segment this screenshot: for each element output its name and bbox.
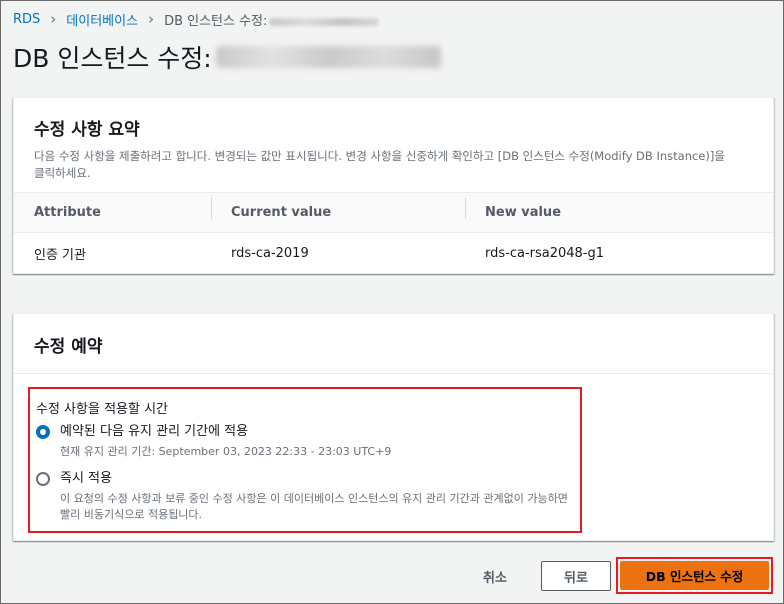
back-button[interactable]: 뒤로 [541,561,611,591]
redacted-instance-name [269,17,380,26]
cell-attribute: 인증 기관 [34,247,86,263]
schedule-panel: 수정 예약 수정 사항을 적용할 시간 예약된 다음 유지 관리 기간에 적용 … [13,313,774,541]
submit-highlight: DB 인스턴스 수정 [616,557,773,594]
radio-option-description: 현재 유지 관리 기간: September 03, 2023 22:33 - … [60,445,392,458]
summary-title: 수정 사항 요약 [34,120,140,140]
table-row: 인증 기관 rds-ca-2019 rds-ca-rsa2048-g1 [14,233,773,273]
radio-button[interactable] [36,472,50,486]
modify-db-instance-button[interactable]: DB 인스턴스 수정 [620,561,769,590]
breadcrumb-databases-link[interactable]: 데이터베이스 [66,10,138,29]
breadcrumb-current: DB 인스턴스 수정: [164,10,380,29]
breadcrumb: RDS › 데이터베이스 › DB 인스턴스 수정: [13,10,380,29]
breadcrumb-rds-link[interactable]: RDS [13,12,40,27]
chevron-right-icon: › [148,10,155,28]
radio-option-label: 즉시 적용 [60,471,112,486]
column-header-attribute: Attribute [34,205,101,220]
radio-group-label: 수정 사항을 적용할 시간 [36,402,168,417]
cell-new-value: rds-ca-rsa2048-g1 [485,245,605,261]
cell-current-value: rds-ca-2019 [231,245,309,261]
radio-button-selected[interactable] [36,425,50,439]
schedule-title: 수정 예약 [34,337,103,357]
column-header-new-value: New value [465,197,773,220]
redacted-instance-name [215,46,441,68]
column-header-current-value: Current value [211,197,465,220]
breadcrumb-current-label: DB 인스턴스 수정: [164,14,268,29]
page-title: DB 인스턴스 수정: [13,39,441,75]
cancel-button[interactable]: 취소 [483,567,507,586]
chevron-right-icon: › [50,10,57,28]
apply-time-radio-group: 수정 사항을 적용할 시간 예약된 다음 유지 관리 기간에 적용 현재 유지 … [28,387,582,533]
summary-header: 수정 사항 요약 다음 수정 사항을 제출하려고 합니다. 변경되는 값만 표시… [14,98,773,193]
summary-panel: 수정 사항 요약 다음 수정 사항을 제출하려고 합니다. 변경되는 값만 표시… [13,97,774,274]
table-header: Attribute Current value New value [14,193,773,233]
radio-option-apply-immediately[interactable]: 즉시 적용 이 요청의 수정 사항과 보류 중인 수정 사항은 이 데이터베이스… [36,470,580,523]
radio-option-text: 즉시 적용 이 요청의 수정 사항과 보류 중인 수정 사항은 이 데이터베이스… [60,470,580,523]
radio-option-next-maintenance[interactable]: 예약된 다음 유지 관리 기간에 적용 현재 유지 관리 기간: Septemb… [36,423,580,460]
summary-description: 다음 수정 사항을 제출하려고 합니다. 변경되는 값만 표시됩니다. 변경 사… [34,149,725,180]
radio-option-description: 이 요청의 수정 사항과 보류 중인 수정 사항은 이 데이터베이스 인스턴스의… [60,492,568,521]
radio-option-label: 예약된 다음 유지 관리 기간에 적용 [60,424,249,439]
page-title-text: DB 인스턴스 수정: [13,44,212,73]
radio-option-text: 예약된 다음 유지 관리 기간에 적용 현재 유지 관리 기간: Septemb… [60,423,580,460]
schedule-header: 수정 예약 [14,314,773,374]
